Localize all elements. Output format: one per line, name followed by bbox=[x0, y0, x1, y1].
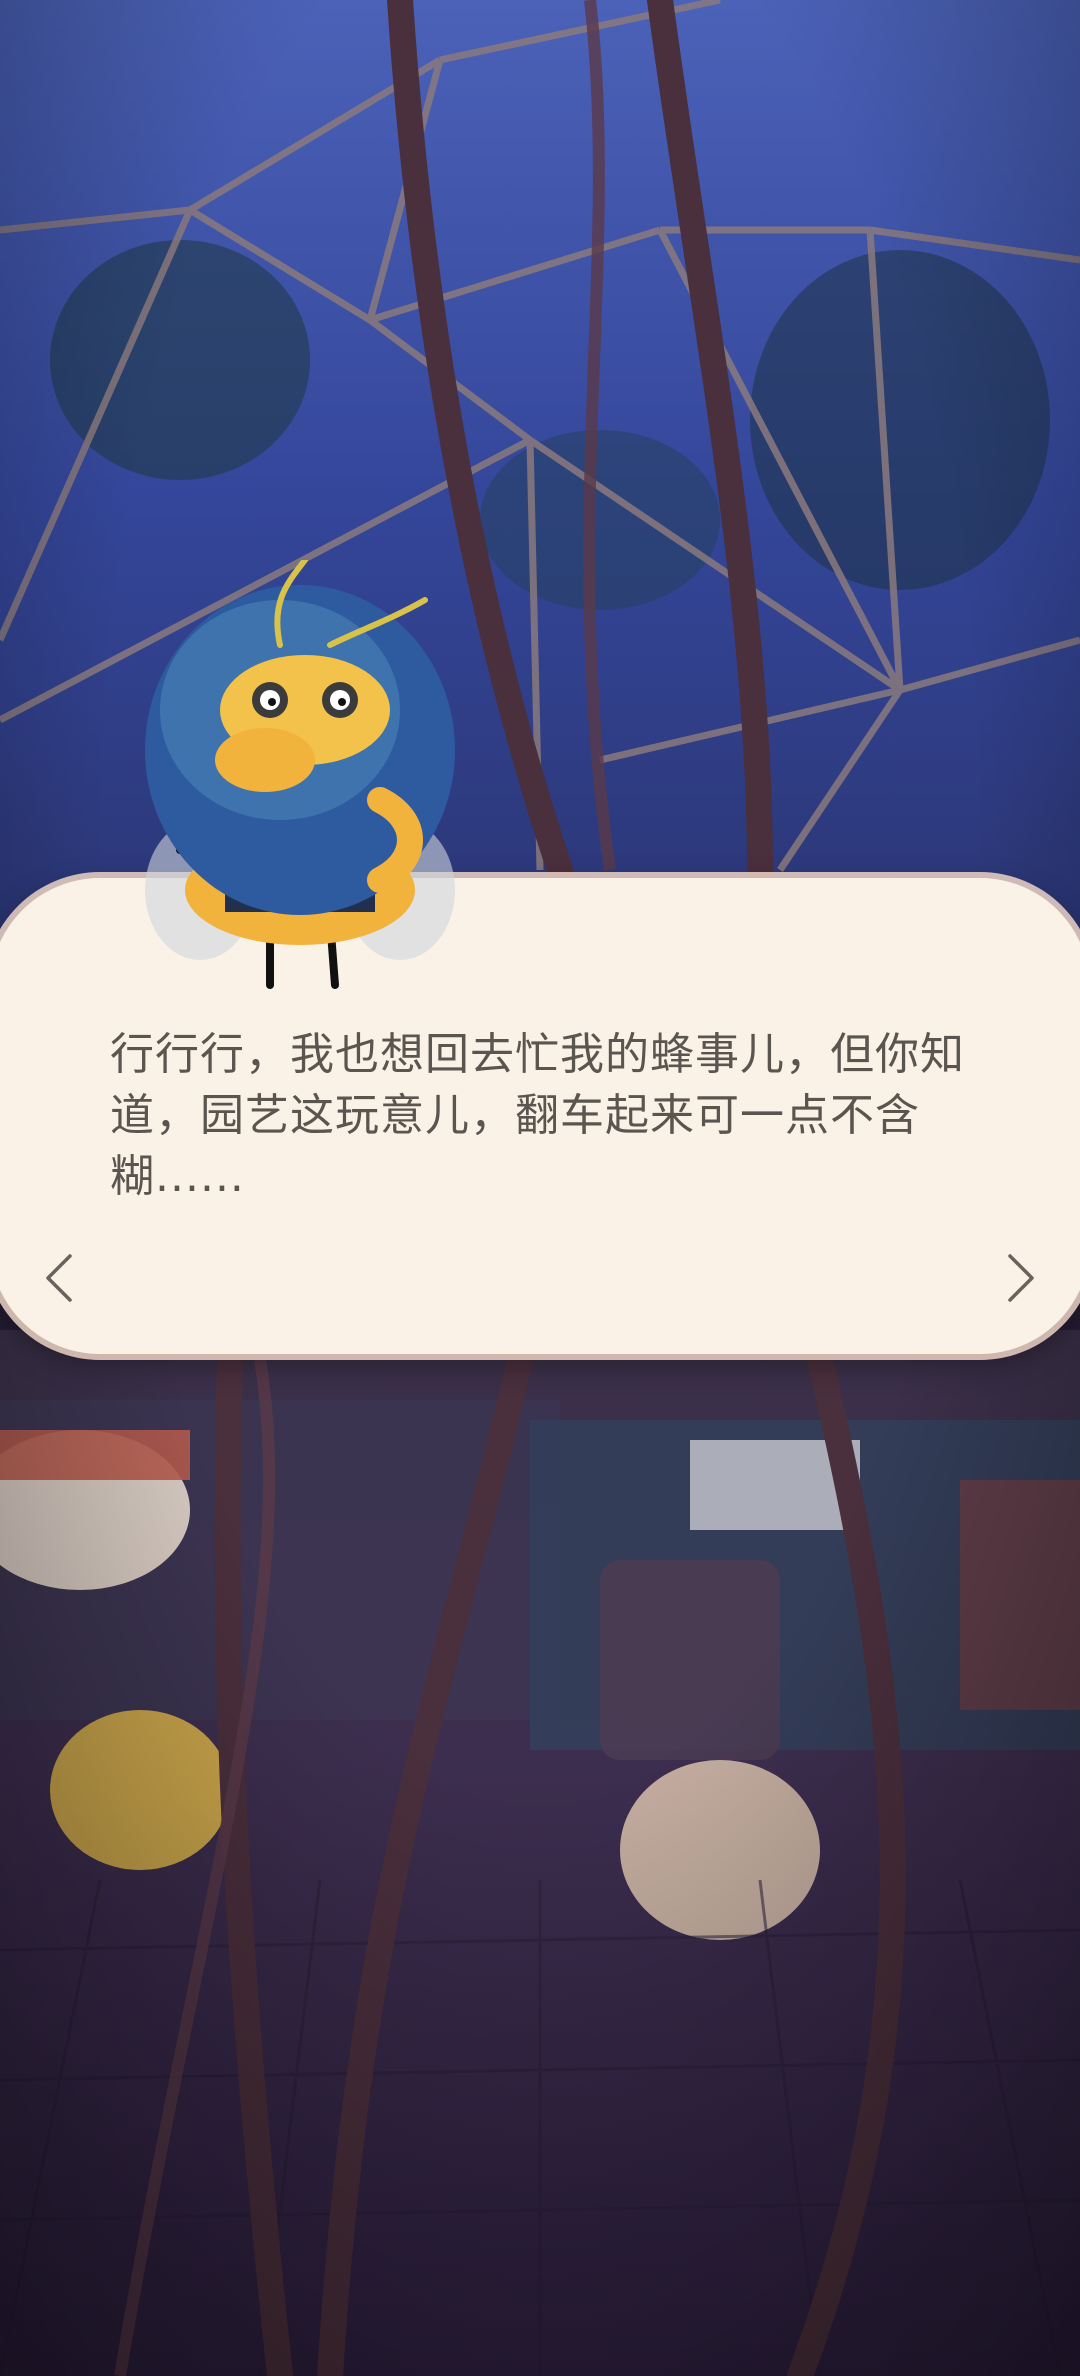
previous-dialog-button[interactable] bbox=[40, 1250, 80, 1306]
dialog-text: 行行行，我也想回去忙我的蜂事儿，但你知道，园艺这玩意儿，翻车起来可一点不含糊..… bbox=[110, 1029, 965, 1202]
bee-character bbox=[145, 560, 455, 989]
game-scene: 行行行，我也想回去忙我的蜂事儿，但你知道，园艺这玩意儿，翻车起来可一点不含糊..… bbox=[0, 0, 1080, 2376]
chevron-right-icon bbox=[1008, 1254, 1034, 1302]
chevron-left-icon bbox=[46, 1254, 72, 1302]
next-dialog-button[interactable] bbox=[1000, 1250, 1040, 1306]
